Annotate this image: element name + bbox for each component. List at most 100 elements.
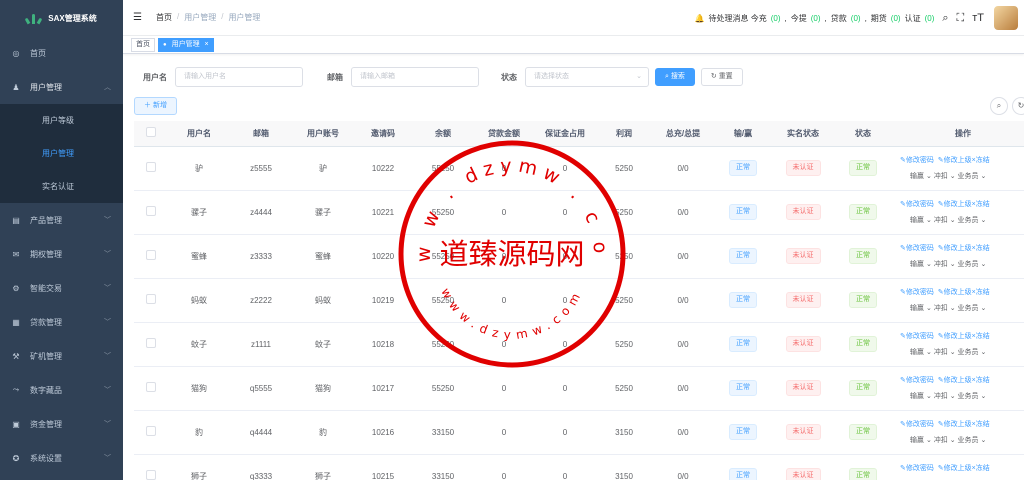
withdraw-label[interactable]: 今提 xyxy=(791,13,807,24)
print-icon: ▦ xyxy=(12,317,20,327)
cell-balance: 55250 xyxy=(412,146,474,191)
cell-loan: 0 xyxy=(474,454,534,480)
reset-button[interactable]: ↻ 重置 xyxy=(700,68,743,86)
cell-email: z4444 xyxy=(230,190,292,235)
row-checkbox[interactable] xyxy=(146,470,156,480)
row-checkbox[interactable] xyxy=(146,338,156,348)
charge-dropdown[interactable]: 冲扣 ⌄ xyxy=(934,437,956,444)
cell-profit: 5250 xyxy=(596,278,652,323)
business-dropdown[interactable]: 业务员 ⌄ xyxy=(958,217,987,224)
row-checkbox[interactable] xyxy=(146,426,156,436)
win-dropdown[interactable]: 输赢 ⌄ xyxy=(910,349,932,356)
sidebar-item-0[interactable]: ◎ 首页 xyxy=(0,36,123,70)
edit-parent-link[interactable]: ✎修改上级 xyxy=(938,465,972,472)
machine-icon: ⚒ xyxy=(12,351,20,361)
close-icon[interactable]: × xyxy=(205,41,209,48)
status-select[interactable]: 请选择状态 ⌄ xyxy=(525,67,649,87)
bell-icon[interactable]: 🔔 xyxy=(695,14,705,23)
sidebar-item-10[interactable]: ⤳ 数字藏品 ﹀ xyxy=(0,373,123,407)
futures-label[interactable]: 期货 xyxy=(871,13,887,24)
business-dropdown[interactable]: 业务员 ⌄ xyxy=(958,437,987,444)
sidebar-item-11[interactable]: ▣ 资金管理 ﹀ xyxy=(0,407,123,441)
freeze-link[interactable]: ×冻结 xyxy=(972,421,990,428)
breadcrumb-home[interactable]: 首页 xyxy=(156,12,172,23)
sidebar-item-12[interactable]: ✪ 系统设置 ﹀ xyxy=(0,441,123,475)
tag-user-mgmt[interactable]: 用户管理 × xyxy=(158,37,214,52)
row-checkbox[interactable] xyxy=(146,294,156,304)
freeze-link[interactable]: ×冻结 xyxy=(972,465,990,472)
fullscreen-icon[interactable]: ⛶ xyxy=(957,12,965,25)
edit-parent-link[interactable]: ✎修改上级 xyxy=(938,377,972,384)
charge-dropdown[interactable]: 冲扣 ⌄ xyxy=(934,261,956,268)
charge-dropdown[interactable]: 冲扣 ⌄ xyxy=(934,217,956,224)
avatar[interactable] xyxy=(994,6,1018,30)
edit-password-link[interactable]: ✎修改密码 xyxy=(900,289,934,296)
row-checkbox[interactable] xyxy=(146,162,156,172)
sidebar-item-2[interactable]: 用户等级 xyxy=(0,104,123,137)
sidebar-item-1[interactable]: ♟ 用户管理 ︿ xyxy=(0,70,123,104)
hamburger-icon[interactable]: ☰ xyxy=(133,12,142,23)
win-dropdown[interactable]: 输赢 ⌄ xyxy=(910,305,932,312)
freeze-link[interactable]: ×冻结 xyxy=(972,245,990,252)
add-button[interactable]: ＋ 新增 xyxy=(134,97,177,115)
win-dropdown[interactable]: 输赢 ⌄ xyxy=(910,261,932,268)
row-checkbox[interactable] xyxy=(146,206,156,216)
win-dropdown[interactable]: 输赢 ⌄ xyxy=(910,173,932,180)
business-dropdown[interactable]: 业务员 ⌄ xyxy=(958,393,987,400)
select-all-checkbox[interactable] xyxy=(146,127,156,138)
edit-parent-link[interactable]: ✎修改上级 xyxy=(938,245,972,252)
edit-parent-link[interactable]: ✎修改上级 xyxy=(938,201,972,208)
sidebar-item-9[interactable]: ⚒ 矿机管理 ﹀ xyxy=(0,339,123,373)
business-dropdown[interactable]: 业务员 ⌄ xyxy=(958,261,987,268)
username-input[interactable]: 请输入用户名 xyxy=(175,67,303,87)
app-logo[interactable]: SAX管理系统 xyxy=(0,0,123,36)
freeze-link[interactable]: ×冻结 xyxy=(972,377,990,384)
charge-dropdown[interactable]: 冲扣 ⌄ xyxy=(934,393,956,400)
freeze-link[interactable]: ×冻结 xyxy=(972,289,990,296)
loan-label[interactable]: 贷款 xyxy=(831,13,847,24)
charge-dropdown[interactable]: 冲扣 ⌄ xyxy=(934,305,956,312)
table-row: 蚂蚁 z2222 蚂蚁 10219 55250 0 0 5250 0/0 正常 未认证 正常 ✎修改密码… xyxy=(134,278,1024,323)
search-icon[interactable]: ⌕ xyxy=(942,12,948,25)
search-form: 用户名 请输入用户名 邮箱 请输入邮箱 状态 请选择状态 ⌄ ⌕ 搜索 ↻ 重置 xyxy=(143,67,743,87)
freeze-link[interactable]: ×冻结 xyxy=(972,157,990,164)
sidebar-item-5[interactable]: ▤ 产品管理 ﹀ xyxy=(0,203,123,237)
sidebar-item-4[interactable]: 实名认证 xyxy=(0,170,123,203)
edit-password-link[interactable]: ✎修改密码 xyxy=(900,377,934,384)
business-dropdown[interactable]: 业务员 ⌄ xyxy=(958,173,987,180)
edit-password-link[interactable]: ✎修改密码 xyxy=(900,245,934,252)
auth-label[interactable]: 认证 xyxy=(905,13,921,24)
sidebar-item-3[interactable]: 用户管理 xyxy=(0,137,123,170)
edit-password-link[interactable]: ✎修改密码 xyxy=(900,465,934,472)
win-dropdown[interactable]: 输赢 ⌄ xyxy=(910,217,932,224)
edit-password-link[interactable]: ✎修改密码 xyxy=(900,421,934,428)
font-size-icon[interactable]: ᴛT xyxy=(972,12,984,24)
toggle-search-icon[interactable]: ⌕ xyxy=(990,97,1008,115)
freeze-link[interactable]: ×冻结 xyxy=(972,333,990,340)
sidebar-item-7[interactable]: ⚙ 智能交易 ﹀ xyxy=(0,271,123,305)
search-button[interactable]: ⌕ 搜索 xyxy=(655,68,695,86)
email-input[interactable]: 请输入邮箱 xyxy=(351,67,479,87)
charge-dropdown[interactable]: 冲扣 ⌄ xyxy=(934,173,956,180)
refresh-icon[interactable]: ↻ xyxy=(1012,97,1024,115)
sidebar-item-8[interactable]: ▦ 贷款管理 ﹀ xyxy=(0,305,123,339)
row-checkbox[interactable] xyxy=(146,250,156,260)
edit-password-link[interactable]: ✎修改密码 xyxy=(900,201,934,208)
pending-label[interactable]: 待处理消息 今充 xyxy=(709,13,767,24)
win-dropdown[interactable]: 输赢 ⌄ xyxy=(910,393,932,400)
edit-password-link[interactable]: ✎修改密码 xyxy=(900,157,934,164)
edit-parent-link[interactable]: ✎修改上级 xyxy=(938,421,972,428)
tag-home[interactable]: 首页 xyxy=(131,37,155,52)
win-dropdown[interactable]: 输赢 ⌄ xyxy=(910,437,932,444)
row-checkbox[interactable] xyxy=(146,382,156,392)
charge-dropdown[interactable]: 冲扣 ⌄ xyxy=(934,349,956,356)
business-dropdown[interactable]: 业务员 ⌄ xyxy=(958,349,987,356)
cell-name: 驴 xyxy=(168,146,230,191)
business-dropdown[interactable]: 业务员 ⌄ xyxy=(958,305,987,312)
sidebar-item-6[interactable]: ✉ 期权管理 ﹀ xyxy=(0,237,123,271)
edit-parent-link[interactable]: ✎修改上级 xyxy=(938,289,972,296)
edit-password-link[interactable]: ✎修改密码 xyxy=(900,333,934,340)
edit-parent-link[interactable]: ✎修改上级 xyxy=(938,157,972,164)
freeze-link[interactable]: ×冻结 xyxy=(972,201,990,208)
edit-parent-link[interactable]: ✎修改上级 xyxy=(938,333,972,340)
